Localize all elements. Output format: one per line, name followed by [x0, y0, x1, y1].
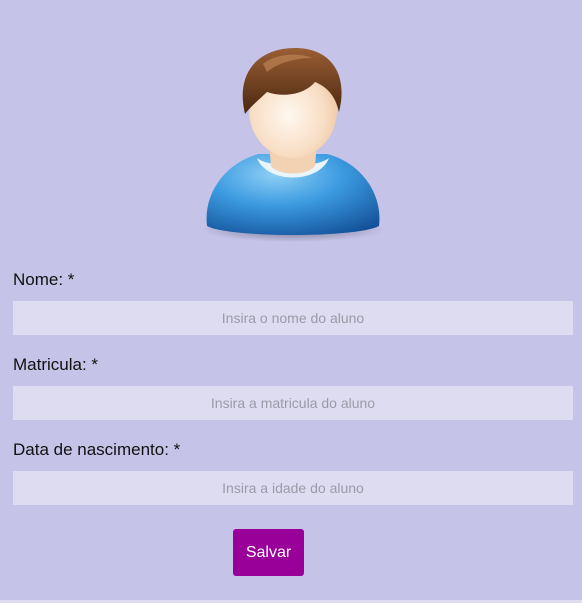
- name-label: Nome: *: [13, 270, 75, 289]
- save-button[interactable]: Salvar: [233, 529, 304, 576]
- registration-input[interactable]: [13, 386, 573, 420]
- user-avatar-icon: [197, 42, 389, 248]
- registration-label: Matricula: *: [13, 355, 99, 374]
- birthdate-input[interactable]: [13, 471, 573, 505]
- name-input[interactable]: [13, 301, 573, 335]
- birthdate-label: Data de nascimento: *: [13, 440, 181, 459]
